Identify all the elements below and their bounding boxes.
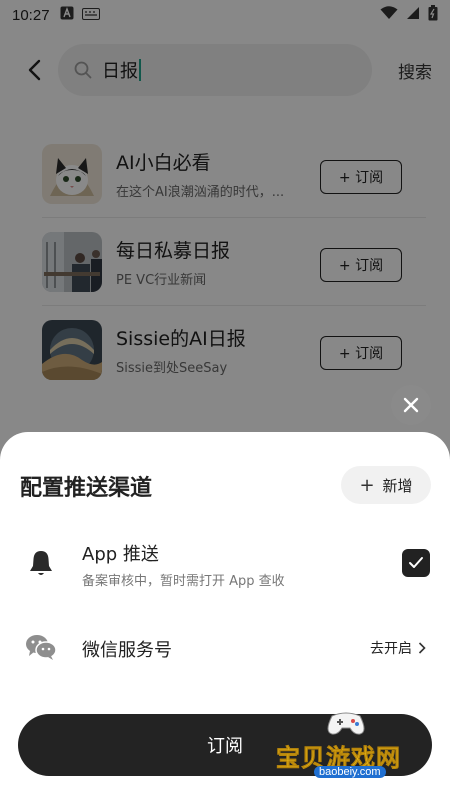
enable-label: 去开启 xyxy=(370,641,412,657)
chevron-right-icon xyxy=(418,642,426,654)
enable-wechat-link[interactable]: 去开启 xyxy=(370,638,426,658)
sheet-title: 配置推送渠道 xyxy=(20,476,153,501)
channel-wechat[interactable]: 微信服务号 去开启 xyxy=(0,616,450,680)
add-channel-label: 新增 xyxy=(382,476,413,495)
channel-description: 备案审核中，暂时需打开 App 查收 xyxy=(82,574,285,589)
close-button[interactable] xyxy=(391,385,431,425)
app-push-checkbox[interactable] xyxy=(402,549,430,577)
close-icon xyxy=(403,397,419,413)
channel-name: 微信服务号 xyxy=(82,640,172,661)
watermark-url: baobeiy.com xyxy=(314,766,386,778)
plus-icon: + xyxy=(359,474,375,496)
bell-icon xyxy=(24,546,58,580)
channel-app-push[interactable]: App 推送 备案审核中，暂时需打开 App 查收 xyxy=(0,532,450,596)
watermark-logo: 宝贝游戏网 baobeiy.com xyxy=(270,708,430,786)
check-icon xyxy=(409,557,423,568)
gamepad-icon xyxy=(327,712,365,735)
channel-name: App 推送 xyxy=(82,544,159,565)
wechat-icon xyxy=(24,630,58,664)
add-channel-button[interactable]: + 新增 xyxy=(341,466,431,504)
